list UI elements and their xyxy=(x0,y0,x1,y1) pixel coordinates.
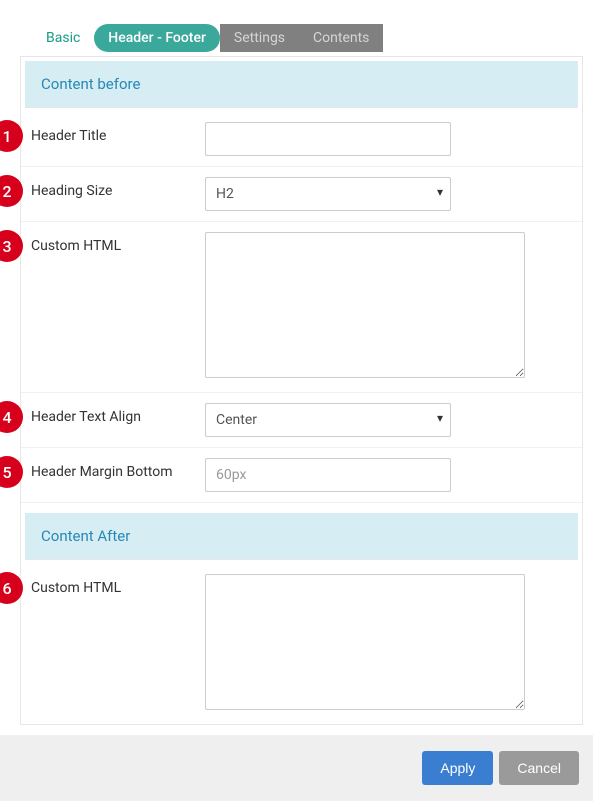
tab-basic[interactable]: Basic xyxy=(32,24,94,52)
form-panel: Content before 1 Header Title 2 Heading … xyxy=(20,56,583,725)
row-header-title: 1 Header Title xyxy=(21,112,582,167)
tab-contents: Contents xyxy=(299,24,383,52)
annotation-badge-5: 5 xyxy=(0,456,23,488)
annotation-badge-3: 3 xyxy=(0,230,23,262)
row-header-margin-bottom: 5 Header Margin Bottom xyxy=(21,448,582,503)
label-header-text-align: Header Text Align xyxy=(31,403,205,425)
footer-actions: Apply Cancel xyxy=(0,735,593,801)
input-header-margin-bottom[interactable] xyxy=(205,458,451,492)
disabled-tabs-group: Settings Contents xyxy=(220,24,384,52)
annotation-badge-4: 4 xyxy=(0,401,23,433)
apply-button[interactable]: Apply xyxy=(422,751,493,785)
tabs-bar: Basic Header - Footer Settings Contents xyxy=(20,0,583,52)
select-header-text-align[interactable]: Center xyxy=(205,403,451,437)
label-custom-html-after: Custom HTML xyxy=(31,574,205,596)
label-header-title: Header Title xyxy=(31,122,205,144)
input-header-title[interactable] xyxy=(205,122,451,156)
annotation-badge-6: 6 xyxy=(0,572,23,604)
row-heading-size: 2 Heading Size H2 xyxy=(21,167,582,222)
cancel-button[interactable]: Cancel xyxy=(499,751,579,785)
textarea-custom-html-after[interactable] xyxy=(205,574,525,710)
label-heading-size: Heading Size xyxy=(31,177,205,199)
row-custom-html-after: 6 Custom HTML xyxy=(21,564,582,724)
tab-settings: Settings xyxy=(220,24,299,52)
annotation-badge-2: 2 xyxy=(0,175,23,207)
row-header-text-align: 4 Header Text Align Center xyxy=(21,393,582,448)
select-heading-size[interactable]: H2 xyxy=(205,177,451,211)
panel-inner: Basic Header - Footer Settings Contents … xyxy=(0,0,593,725)
label-custom-html-before: Custom HTML xyxy=(31,232,205,254)
settings-panel: Basic Header - Footer Settings Contents … xyxy=(0,0,593,801)
textarea-custom-html-before[interactable] xyxy=(205,232,525,378)
tab-header-footer[interactable]: Header - Footer xyxy=(94,24,220,52)
label-header-margin-bottom: Header Margin Bottom xyxy=(31,458,205,480)
section-content-before: Content before xyxy=(25,61,578,108)
annotation-badge-1: 1 xyxy=(0,120,23,152)
section-content-after: Content After xyxy=(25,513,578,560)
row-custom-html-before: 3 Custom HTML xyxy=(21,222,582,393)
